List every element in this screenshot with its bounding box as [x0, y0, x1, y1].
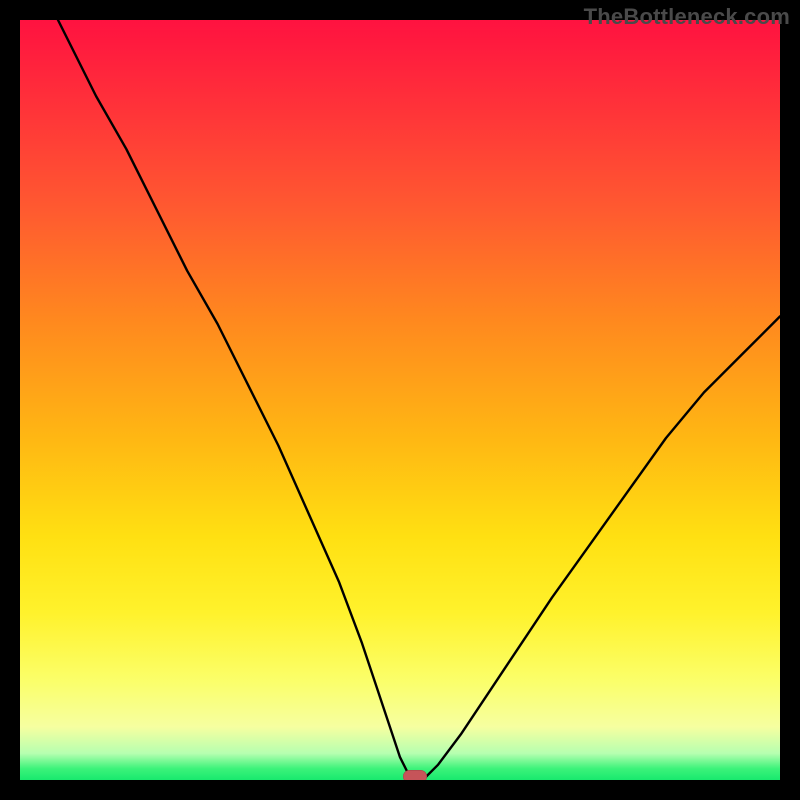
bottleneck-curve — [20, 20, 780, 780]
watermark-text: TheBottleneck.com — [584, 4, 790, 30]
optimal-marker — [403, 770, 427, 780]
plot-area — [20, 20, 780, 780]
chart-frame: TheBottleneck.com — [0, 0, 800, 800]
